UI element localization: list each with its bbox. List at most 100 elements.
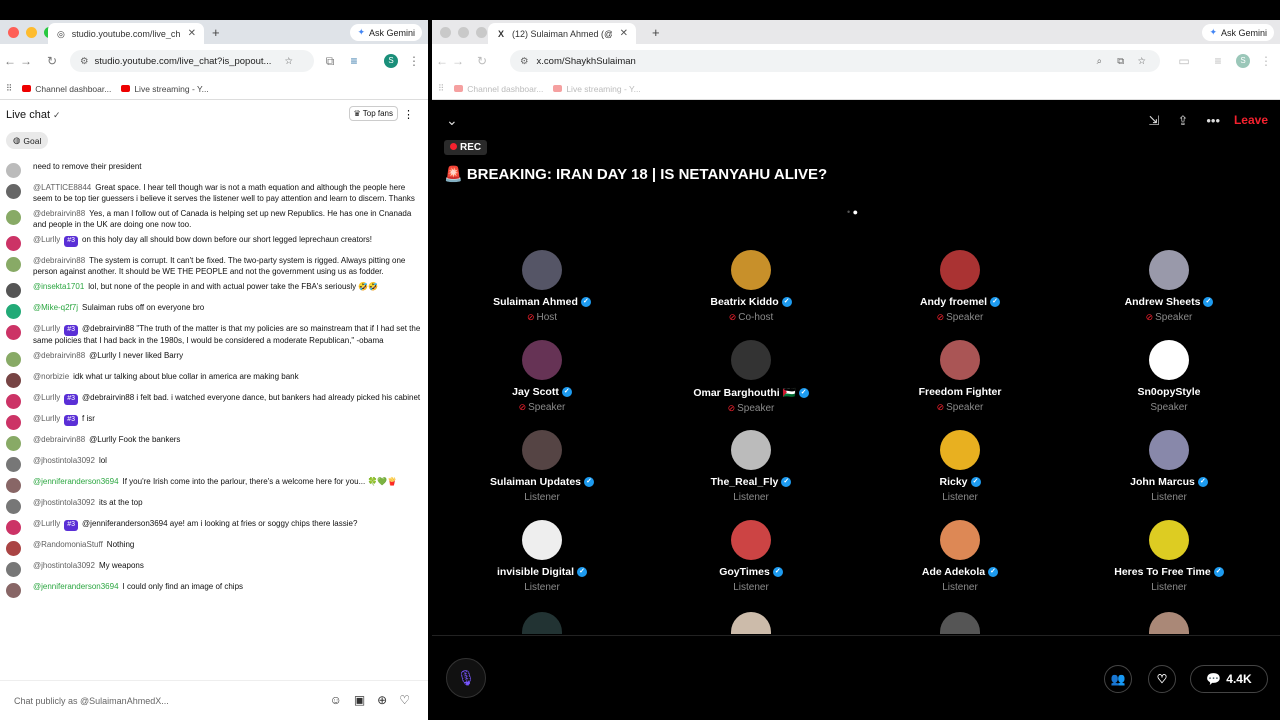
forward-icon[interactable]: → bbox=[450, 54, 466, 68]
participant[interactable]: Sn0opyStyle Speaker bbox=[1089, 340, 1249, 413]
author-name[interactable]: @jenniferanderson3694 bbox=[33, 582, 119, 591]
participant[interactable]: GoyTimes ✓ Listener bbox=[671, 520, 831, 593]
participant[interactable]: Sulaiman Ahmed ✓ ⊘ Host bbox=[462, 250, 622, 323]
avatar[interactable] bbox=[6, 520, 21, 535]
extension-icon[interactable]: ≡ bbox=[1210, 54, 1226, 68]
author-name[interactable]: @debrairvin88 bbox=[33, 435, 85, 444]
install-icon[interactable]: ⧉ bbox=[1117, 56, 1124, 67]
goal-button[interactable]: ◍ Goal bbox=[6, 132, 49, 149]
super-chat-icon[interactable]: ▣ bbox=[354, 693, 365, 707]
author-name[interactable]: @insekta1701 bbox=[33, 282, 84, 291]
avatar[interactable] bbox=[6, 541, 21, 556]
participant[interactable]: Ade Adekola ✓ Listener bbox=[880, 520, 1040, 593]
star-icon[interactable]: ☆ bbox=[285, 56, 294, 67]
back-icon[interactable]: ← bbox=[2, 54, 18, 68]
author-name[interactable]: @Lurlly bbox=[33, 235, 60, 244]
reload-icon[interactable]: ↻ bbox=[44, 54, 60, 68]
author-name[interactable]: @debrairvin88 bbox=[33, 351, 85, 360]
avatar[interactable] bbox=[6, 283, 21, 298]
chat-message[interactable]: @jenniferanderson3694 I could only find a… bbox=[0, 580, 428, 601]
chat-message[interactable]: @insekta1701 lol, but none of the people … bbox=[0, 280, 428, 301]
profile-avatar[interactable]: S bbox=[384, 54, 398, 68]
forward-icon[interactable]: → bbox=[18, 54, 34, 68]
chat-message[interactable]: @debrairvin88 Yes, a man I follow out of … bbox=[0, 207, 428, 233]
avatar[interactable] bbox=[6, 478, 21, 493]
chat-message[interactable]: need to remove their president bbox=[0, 160, 428, 181]
participant[interactable]: Sulaiman Updates ✓ Listener bbox=[462, 430, 622, 503]
participant[interactable]: Jay Scott ✓ ⊘ Speaker bbox=[462, 340, 622, 413]
author-name[interactable]: @jhostintola3092 bbox=[33, 498, 95, 507]
avatar[interactable] bbox=[6, 457, 21, 472]
participant[interactable]: John Marcus ✓ Listener bbox=[1089, 430, 1249, 503]
author-name[interactable]: @Lurlly bbox=[33, 519, 60, 528]
author-name[interactable]: @Lurlly bbox=[33, 414, 60, 423]
chat-message[interactable]: @debrairvin88 @Lurlly Fook the bankers bbox=[0, 433, 428, 454]
comments-button[interactable]: 💬 4.4K bbox=[1190, 665, 1268, 693]
participant[interactable]: Ricky ✓ Listener bbox=[880, 430, 1040, 503]
minimize-window-button[interactable] bbox=[26, 26, 37, 38]
new-tab-button[interactable]: + bbox=[652, 25, 660, 40]
share-icon[interactable]: ⇪ bbox=[1177, 113, 1188, 129]
avatar[interactable] bbox=[6, 163, 21, 178]
avatar[interactable] bbox=[6, 304, 21, 319]
extension-icon[interactable]: ≡ bbox=[346, 54, 362, 68]
reload-icon[interactable]: ↻ bbox=[474, 54, 490, 68]
reaction-button[interactable]: ♡ bbox=[1148, 665, 1176, 693]
cast-icon[interactable]: ⧉ bbox=[322, 54, 338, 69]
bookmark-live-streaming[interactable]: Live streaming - Y... bbox=[553, 84, 641, 94]
avatar[interactable] bbox=[6, 184, 21, 199]
ask-gemini-button[interactable]: ✦ Ask Gemini bbox=[350, 24, 422, 41]
chat-message[interactable]: @LATTICE8844 Great space. I hear tell tho… bbox=[0, 181, 428, 207]
avatar[interactable] bbox=[6, 394, 21, 409]
emoji-icon[interactable]: ☺ bbox=[330, 693, 342, 707]
participant[interactable]: Beatrix Kiddo ✓ ⊘ Co-host bbox=[671, 250, 831, 323]
chat-message[interactable]: @Lurlly #3 @debrairvin88 "The truth of the… bbox=[0, 322, 428, 349]
avatar[interactable] bbox=[6, 352, 21, 367]
sidebar-icon[interactable]: ▭ bbox=[1176, 54, 1192, 68]
chevron-down-icon[interactable]: ✓ bbox=[53, 110, 61, 121]
author-name[interactable]: @norbizie bbox=[33, 372, 69, 381]
author-name[interactable]: @debrairvin88 bbox=[33, 209, 85, 218]
close-window-button[interactable] bbox=[8, 26, 19, 38]
chat-message[interactable]: @debrairvin88 @Lurlly I never liked Barry bbox=[0, 349, 428, 370]
chat-message[interactable]: @jhostintola3092 My weapons bbox=[0, 559, 428, 580]
avatar[interactable] bbox=[6, 236, 21, 251]
menu-icon[interactable]: ⋮ bbox=[1258, 54, 1274, 68]
participant[interactable]: Freedom Fighter ⊘ Speaker bbox=[880, 340, 1040, 413]
avatar[interactable] bbox=[6, 210, 21, 225]
chat-message[interactable]: @jhostintola3092 its at the top bbox=[0, 496, 428, 517]
microphone-button[interactable]: 🎙 bbox=[446, 658, 486, 698]
chat-message[interactable]: @debrairvin88 The system is corrupt. It c… bbox=[0, 254, 428, 280]
people-button[interactable]: 👥 bbox=[1104, 665, 1132, 693]
zoom-icon[interactable]: ⌕ bbox=[1097, 56, 1102, 67]
chat-message[interactable]: @Lurlly #3 on this holy day all should bow… bbox=[0, 233, 428, 254]
chat-message[interactable]: @jhostintola3092 lol bbox=[0, 454, 428, 475]
star-icon[interactable]: ☆ bbox=[1137, 56, 1146, 67]
author-name[interactable]: @Mike-q2f7j bbox=[33, 303, 78, 312]
menu-icon[interactable]: ⋮ bbox=[406, 54, 422, 68]
heart-icon[interactable]: ♡ bbox=[399, 693, 410, 707]
author-name[interactable]: @debrairvin88 bbox=[33, 256, 85, 265]
avatar[interactable] bbox=[6, 415, 21, 430]
participant[interactable]: Andrew Sheets ✓ ⊘ Speaker bbox=[1089, 250, 1249, 323]
more-icon[interactable]: ••• bbox=[1206, 113, 1220, 129]
chat-message[interactable]: @Lurlly #3 @jenniferanderson3694 aye! am i… bbox=[0, 517, 428, 538]
leave-button[interactable]: Leave bbox=[1234, 113, 1268, 127]
chat-message[interactable]: @RandomoniaStuff Nothing bbox=[0, 538, 428, 559]
author-name[interactable]: @Lurlly bbox=[33, 324, 60, 333]
close-window-button[interactable] bbox=[440, 26, 451, 38]
minimize-space-icon[interactable]: ⇲ bbox=[1149, 113, 1160, 129]
participant[interactable]: Andy froemel ✓ ⊘ Speaker bbox=[880, 250, 1040, 323]
author-name[interactable]: @jhostintola3092 bbox=[33, 456, 95, 465]
chat-input[interactable]: Chat publicly as @SulaimanAhmedX... ☺ ▣ … bbox=[0, 680, 428, 720]
browser-tab[interactable]: ◎ studio.youtube.com/live_chat ✕ bbox=[48, 23, 204, 44]
browser-tab[interactable]: X (12) Sulaiman Ahmed (@S ✕ bbox=[488, 23, 636, 44]
author-name[interactable]: @jhostintola3092 bbox=[33, 561, 95, 570]
participant[interactable]: Omar Barghouthi 🇵🇸 ✓ ⊘ Speaker bbox=[671, 340, 831, 414]
more-options-icon[interactable]: ⋮ bbox=[403, 108, 414, 121]
avatar[interactable] bbox=[6, 562, 21, 577]
close-tab-icon[interactable]: ✕ bbox=[620, 28, 628, 39]
avatar[interactable] bbox=[6, 499, 21, 514]
participant[interactable]: invisible Digital ✓ Listener bbox=[462, 520, 622, 593]
chat-message[interactable]: @Mike-q2f7j Sulaiman rubs off on everyone… bbox=[0, 301, 428, 322]
